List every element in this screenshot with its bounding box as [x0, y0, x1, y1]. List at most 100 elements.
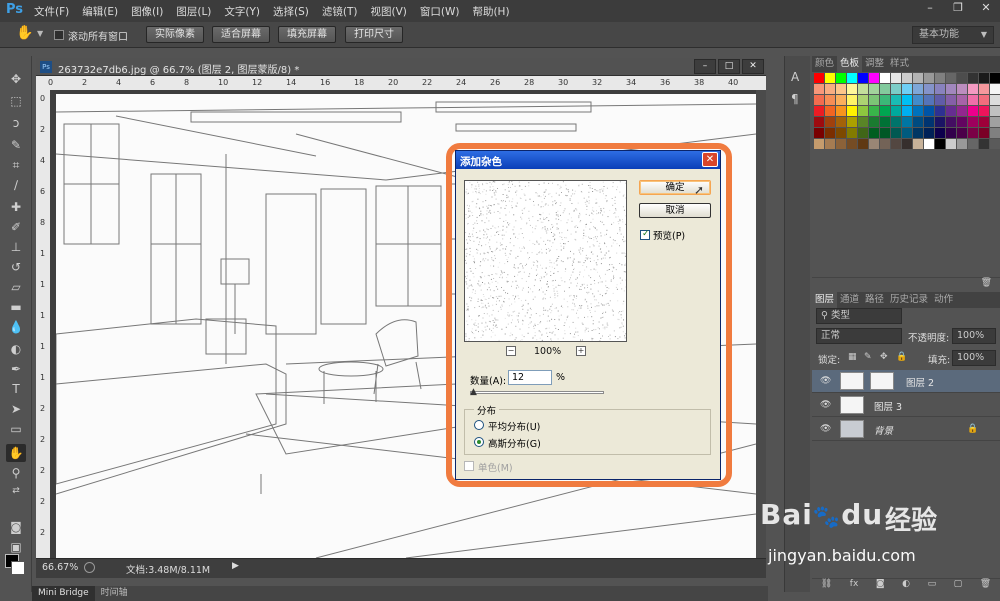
status-menu-arrow-icon[interactable]: ▶ — [232, 561, 239, 571]
color-swatch[interactable] — [957, 139, 967, 149]
color-swatch[interactable] — [990, 84, 1000, 94]
restore-icon[interactable]: ❐ — [944, 0, 972, 18]
color-swatch[interactable] — [891, 84, 901, 94]
color-swatch[interactable] — [847, 95, 857, 105]
color-swatch[interactable] — [814, 106, 824, 116]
color-swatch[interactable] — [902, 128, 912, 138]
color-swatch[interactable] — [968, 106, 978, 116]
color-swatch[interactable] — [935, 95, 945, 105]
slider-thumb[interactable]: ▲ — [470, 387, 477, 397]
color-swatch[interactable] — [891, 139, 901, 149]
color-swatch[interactable] — [858, 128, 868, 138]
color-swatch[interactable] — [880, 106, 890, 116]
menu-layer[interactable]: 图层(L) — [176, 4, 211, 19]
layer-row[interactable]: 👁 图层 3 — [812, 394, 1000, 417]
color-swatch[interactable] — [825, 139, 835, 149]
tool-preset-caret-icon[interactable]: ▼ — [37, 29, 43, 38]
color-swatch[interactable] — [825, 73, 835, 83]
color-swatch[interactable] — [869, 95, 879, 105]
color-swatch[interactable] — [858, 139, 868, 149]
monochrome-checkbox[interactable] — [464, 461, 474, 471]
color-swatch[interactable] — [814, 117, 824, 127]
tab-adjustments[interactable]: 调整 — [862, 56, 887, 72]
trash-icon[interactable]: 🗑 — [981, 278, 992, 288]
color-swatch[interactable] — [990, 117, 1000, 127]
color-swatch[interactable] — [836, 84, 846, 94]
color-swatch[interactable] — [902, 95, 912, 105]
path-select-tool-icon[interactable]: ➤ — [6, 400, 26, 418]
zoom-in-button[interactable]: + — [576, 346, 586, 356]
adjustment-icon[interactable]: ◐ — [902, 579, 910, 592]
color-swatch[interactable] — [869, 128, 879, 138]
amount-slider[interactable] — [470, 391, 604, 394]
gaussian-radio[interactable] — [474, 437, 484, 447]
blur-tool-icon[interactable]: 💧 — [6, 318, 26, 336]
eyedropper-tool-icon[interactable]: ∕ — [6, 176, 26, 194]
color-swatch[interactable] — [957, 73, 967, 83]
color-swatch[interactable] — [891, 117, 901, 127]
color-swatch[interactable] — [957, 106, 967, 116]
color-swatch[interactable] — [814, 128, 824, 138]
menu-edit[interactable]: 编辑(E) — [82, 4, 118, 19]
eye-icon[interactable]: 👁 — [820, 376, 831, 386]
color-swatch[interactable] — [946, 117, 956, 127]
lock-all-icon[interactable]: 🔒 — [896, 352, 907, 362]
fill-screen-button[interactable]: 填充屏幕 — [278, 26, 336, 43]
lock-position-icon[interactable]: ✥ — [880, 352, 888, 362]
layer-row[interactable]: 👁 背景 🔒 — [812, 418, 1000, 441]
quick-select-tool-icon[interactable]: ✎ — [6, 136, 26, 154]
minimize-icon[interactable]: – — [916, 0, 944, 18]
zoom-level[interactable]: 66.67% — [42, 562, 78, 573]
tab-layers[interactable]: 图层 — [812, 292, 838, 308]
color-swatch[interactable] — [891, 128, 901, 138]
menu-file[interactable]: 文件(F) — [34, 4, 69, 19]
stamp-tool-icon[interactable]: ⊥ — [6, 238, 26, 256]
eye-icon[interactable]: 👁 — [820, 424, 831, 434]
color-swatch[interactable] — [847, 84, 857, 94]
crop-tool-icon[interactable]: ⌗ — [6, 156, 26, 174]
workspace-select[interactable]: 基本功能 ▼ — [912, 26, 994, 44]
color-swatch[interactable] — [858, 106, 868, 116]
menu-image[interactable]: 图像(I) — [131, 4, 163, 19]
lock-image-icon[interactable]: ✎ — [864, 352, 872, 362]
maximize-icon[interactable]: □ — [718, 59, 740, 74]
color-swatch[interactable] — [836, 117, 846, 127]
cancel-button[interactable]: 取消 — [639, 203, 711, 218]
menu-select[interactable]: 选择(S) — [273, 4, 309, 19]
uniform-radio[interactable] — [474, 420, 484, 430]
type-tool-icon[interactable]: T — [6, 380, 26, 398]
color-swatch[interactable] — [957, 84, 967, 94]
color-swatch[interactable] — [935, 139, 945, 149]
zoom-tool-icon[interactable]: ⚲ — [6, 464, 26, 482]
paragraph-panel-icon[interactable]: ¶ — [791, 92, 799, 106]
tab-actions[interactable]: 动作 — [931, 292, 956, 308]
fx-icon[interactable]: fx — [850, 579, 859, 592]
color-swatch[interactable] — [902, 84, 912, 94]
color-swatch[interactable] — [880, 73, 890, 83]
color-swatch[interactable] — [913, 139, 923, 149]
color-swatch[interactable] — [880, 117, 890, 127]
color-swatch[interactable] — [858, 84, 868, 94]
tab-swatches[interactable]: 色板 — [837, 56, 863, 72]
color-swatch[interactable] — [924, 128, 934, 138]
color-swatch[interactable] — [913, 128, 923, 138]
color-swatch[interactable] — [814, 139, 824, 149]
color-swatch[interactable] — [891, 95, 901, 105]
color-swatch[interactable] — [935, 106, 945, 116]
color-swatch[interactable] — [814, 84, 824, 94]
color-swatch[interactable] — [946, 84, 956, 94]
color-swatch[interactable] — [968, 139, 978, 149]
fill-input[interactable]: 100% — [952, 350, 996, 366]
color-swatch[interactable] — [891, 106, 901, 116]
color-swatch[interactable] — [968, 73, 978, 83]
color-swatch[interactable] — [847, 139, 857, 149]
tab-channels[interactable]: 通道 — [837, 292, 862, 308]
color-swatch[interactable] — [946, 128, 956, 138]
color-swatch[interactable] — [847, 106, 857, 116]
color-swatch[interactable] — [924, 117, 934, 127]
marquee-tool-icon[interactable]: ⬚ — [6, 92, 26, 110]
swap-colors-icon[interactable]: ⇄ — [6, 482, 26, 500]
color-swatch[interactable] — [880, 84, 890, 94]
color-swatch[interactable] — [968, 117, 978, 127]
color-swatch[interactable] — [847, 73, 857, 83]
